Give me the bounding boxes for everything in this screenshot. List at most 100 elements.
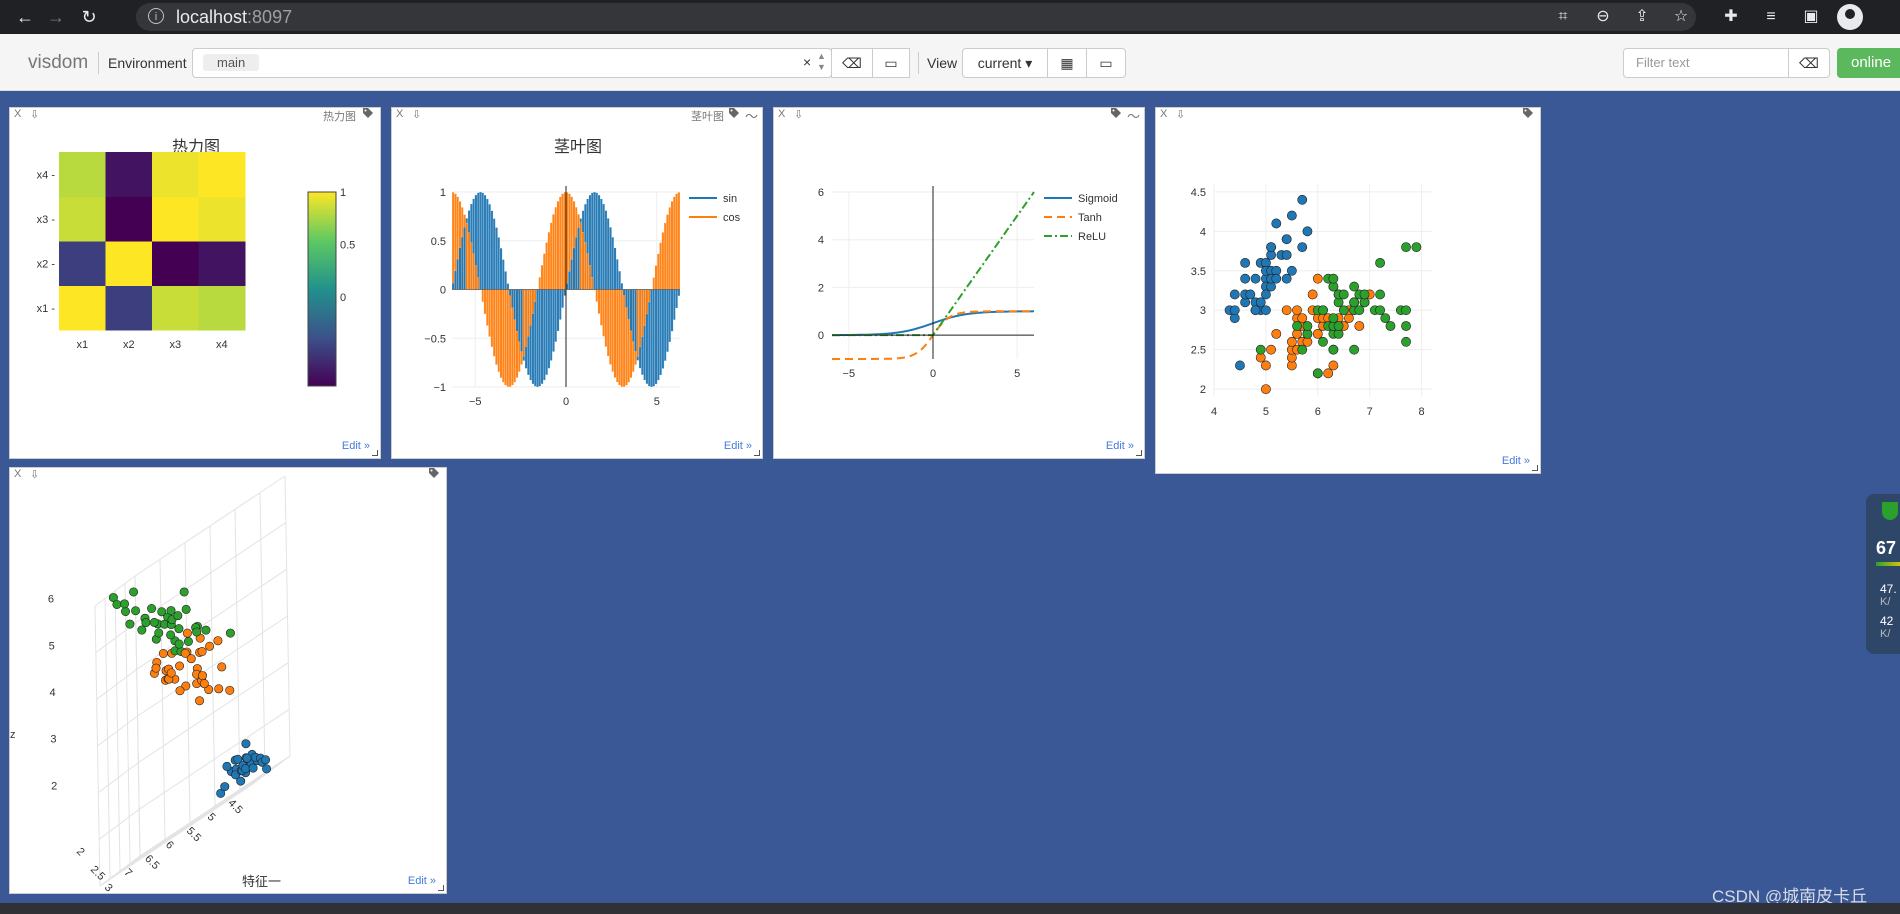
scatter3d-point — [166, 630, 176, 640]
reading-list-icon[interactable]: ≡ — [1760, 6, 1782, 28]
side-panel-icon[interactable]: ▣ — [1800, 6, 1822, 28]
download-icon[interactable]: ⇩ — [412, 108, 421, 121]
environment-select[interactable]: main × ▲ ▼ — [192, 48, 832, 78]
close-button[interactable]: X — [14, 108, 21, 120]
stem-bar — [508, 289, 512, 387]
stem-bar — [666, 289, 669, 352]
tag-icon[interactable] — [728, 107, 740, 119]
download-icon[interactable]: ⇩ — [794, 108, 803, 121]
stem-bar — [451, 192, 455, 290]
legend-label: cos — [723, 212, 741, 224]
info-icon[interactable]: i — [148, 8, 164, 24]
scatter-point — [1229, 289, 1240, 300]
tag-icon[interactable] — [1522, 107, 1534, 119]
resize-handle[interactable] — [1136, 450, 1142, 456]
bookmark-star-icon[interactable]: ☆ — [1670, 6, 1692, 28]
filter-clear-icon[interactable]: ⌫ — [1788, 48, 1830, 78]
clear-icon[interactable]: × — [803, 54, 811, 70]
close-button[interactable]: X — [396, 108, 403, 120]
scatter3d-point — [175, 686, 185, 696]
close-button[interactable]: X — [1160, 108, 1167, 120]
forward-icon[interactable]: → — [45, 6, 67, 28]
environment-tag[interactable]: main — [203, 54, 260, 71]
scatter3d-point — [181, 604, 191, 614]
stem-bar — [611, 237, 614, 290]
x-tick-label: x3 — [169, 339, 181, 351]
stem-bar — [543, 253, 546, 290]
edit-link[interactable]: Edit » — [342, 440, 370, 452]
scatter-pane[interactable]: X ⇩ 4 5 6 7 8 2 2.5 3 3.5 4 4.5 Edit » — [1155, 107, 1541, 474]
close-button[interactable]: X — [778, 108, 785, 120]
stem-bar — [606, 289, 610, 357]
stem-bar — [618, 270, 621, 290]
stem-bar — [531, 289, 535, 314]
reload-icon[interactable]: ↻ — [78, 6, 100, 28]
heatmap-cell — [198, 196, 246, 242]
resize-handle[interactable] — [1532, 465, 1538, 471]
stem-bar — [547, 289, 551, 369]
edit-link[interactable]: Edit » — [1502, 455, 1530, 467]
scatter3d-point — [225, 685, 235, 695]
stem-bar — [529, 289, 532, 326]
eraser-icon[interactable]: ⌫ — [831, 48, 873, 78]
share-icon[interactable]: ⇪ — [1631, 6, 1653, 28]
y-tick-label: 0 — [440, 285, 446, 297]
grid-layout-icon[interactable]: ▦ — [1047, 48, 1087, 78]
scatter-point — [1297, 194, 1308, 205]
stem-bar — [657, 289, 660, 381]
extensions-icon[interactable]: ✚ — [1720, 6, 1742, 28]
online-button[interactable]: online — [1837, 48, 1900, 78]
back-icon[interactable]: ← — [14, 6, 36, 28]
gridline — [109, 778, 261, 879]
address-bar[interactable]: i localhost:8097 — [136, 3, 1696, 31]
view-select[interactable]: current ▾ — [962, 48, 1048, 78]
smooth-wave-icon[interactable]: 〜 — [745, 108, 758, 125]
heatmap-pane[interactable]: X ⇩ 热力图 热力图 x1 x2 x3 x4 x1 - x2 - x3 - x4 - 1 0.… — [9, 107, 381, 459]
spinner-arrows-icon[interactable]: ▲ ▼ — [817, 51, 826, 73]
stem-bar — [554, 207, 557, 290]
resize-handle[interactable] — [438, 885, 444, 891]
tag-icon[interactable] — [1110, 107, 1122, 119]
stem-bar — [590, 277, 594, 290]
translate-icon[interactable]: ⌗ — [1552, 6, 1574, 28]
folder-open-icon[interactable]: ▭ — [872, 48, 910, 78]
stem-bar — [666, 214, 669, 290]
x-tick-label: 8 — [1419, 406, 1425, 418]
tag-icon[interactable] — [428, 467, 440, 479]
scatter3d-pane[interactable]: X ⇩ 234564.555.566.5722.533.5 特征一 z Edit… — [9, 467, 447, 894]
scatter3d-point — [214, 684, 224, 694]
heatmap-cell — [152, 241, 199, 286]
stem-bar — [652, 277, 656, 290]
scatter3d-point — [121, 607, 131, 617]
network-monitor-widget[interactable]: 67 47. K/ 42 K/ — [1866, 494, 1900, 654]
smooth-wave-icon[interactable]: 〜 — [1127, 108, 1140, 125]
profile-avatar-icon[interactable] — [1837, 4, 1863, 30]
legend: Sigmoid Tanh ReLU — [1044, 193, 1118, 243]
download-icon[interactable]: ⇩ — [30, 468, 39, 481]
tag-icon[interactable] — [362, 107, 374, 119]
scatter-point — [1375, 305, 1385, 316]
heatmap-cell — [198, 241, 246, 286]
resize-handle[interactable] — [372, 450, 378, 456]
scatter3d-point — [174, 624, 184, 634]
resize-handle[interactable] — [754, 450, 760, 456]
scatter-point — [1286, 265, 1297, 276]
edit-link[interactable]: Edit » — [408, 875, 436, 887]
download-icon[interactable]: ⇩ — [30, 108, 39, 121]
scatter-point — [1359, 289, 1370, 300]
stem-bar — [451, 282, 455, 290]
stem-bar — [634, 289, 637, 352]
stem-bar — [620, 289, 624, 387]
folder-view-icon[interactable]: ▭ — [1086, 48, 1126, 78]
close-button[interactable]: X — [14, 468, 21, 480]
stem-pane[interactable]: X ⇩ 茎叶图 〜 茎叶图 −5 0 5 1 0.5 0 −0.5 −1 sin cos Edi… — [391, 107, 763, 459]
stem-bar — [652, 289, 656, 387]
edit-link[interactable]: Edit » — [724, 440, 752, 452]
zoom-out-icon[interactable]: ⊖ — [1592, 6, 1614, 28]
download-icon[interactable]: ⇩ — [1176, 108, 1185, 121]
filter-input[interactable]: Filter text — [1623, 48, 1789, 78]
activation-pane[interactable]: X ⇩ 〜 −5 0 5 0 2 4 6 Sigmoid Tanh ReLU Edit » — [773, 107, 1145, 459]
edit-link[interactable]: Edit » — [1106, 440, 1134, 452]
stem-bar — [506, 283, 510, 290]
y-tick-label: 2 — [1200, 384, 1206, 396]
